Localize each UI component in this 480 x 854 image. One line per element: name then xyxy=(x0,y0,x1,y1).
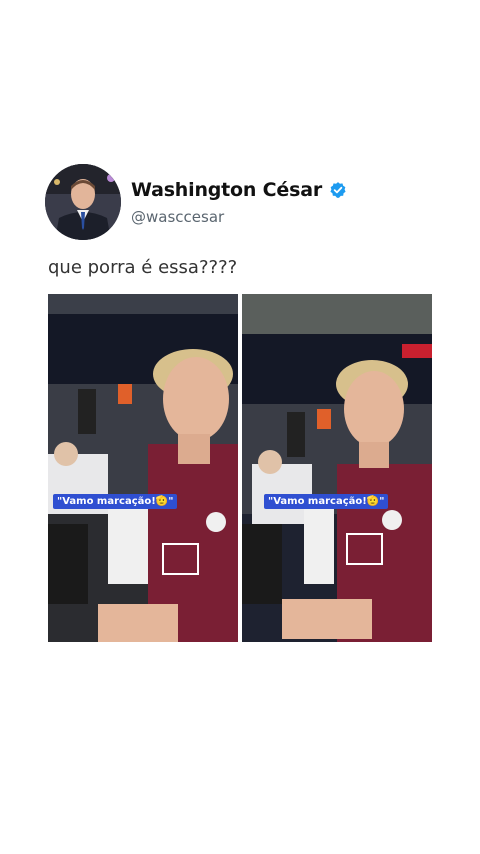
media-image-2[interactable]: "Vamo marcação!🫡" xyxy=(242,294,432,642)
tweet-card: Washington César @wasccesar que porra é … xyxy=(0,0,480,854)
stadium-photo xyxy=(48,294,238,642)
stadium-photo xyxy=(242,294,432,642)
media-image-1[interactable]: "Vamo marcação!🫡" xyxy=(48,294,238,642)
avatar[interactable] xyxy=(45,164,121,240)
handle[interactable]: @wasccesar xyxy=(131,208,224,226)
display-name[interactable]: Washington César xyxy=(131,179,322,201)
tweet-text: que porra é essa???? xyxy=(48,257,238,278)
avatar-image xyxy=(45,164,121,240)
name-row: Washington César xyxy=(131,179,347,201)
video-caption: "Vamo marcação!🫡" xyxy=(53,494,178,509)
verified-badge-icon xyxy=(329,181,347,199)
video-caption: "Vamo marcação!🫡" xyxy=(264,494,389,509)
